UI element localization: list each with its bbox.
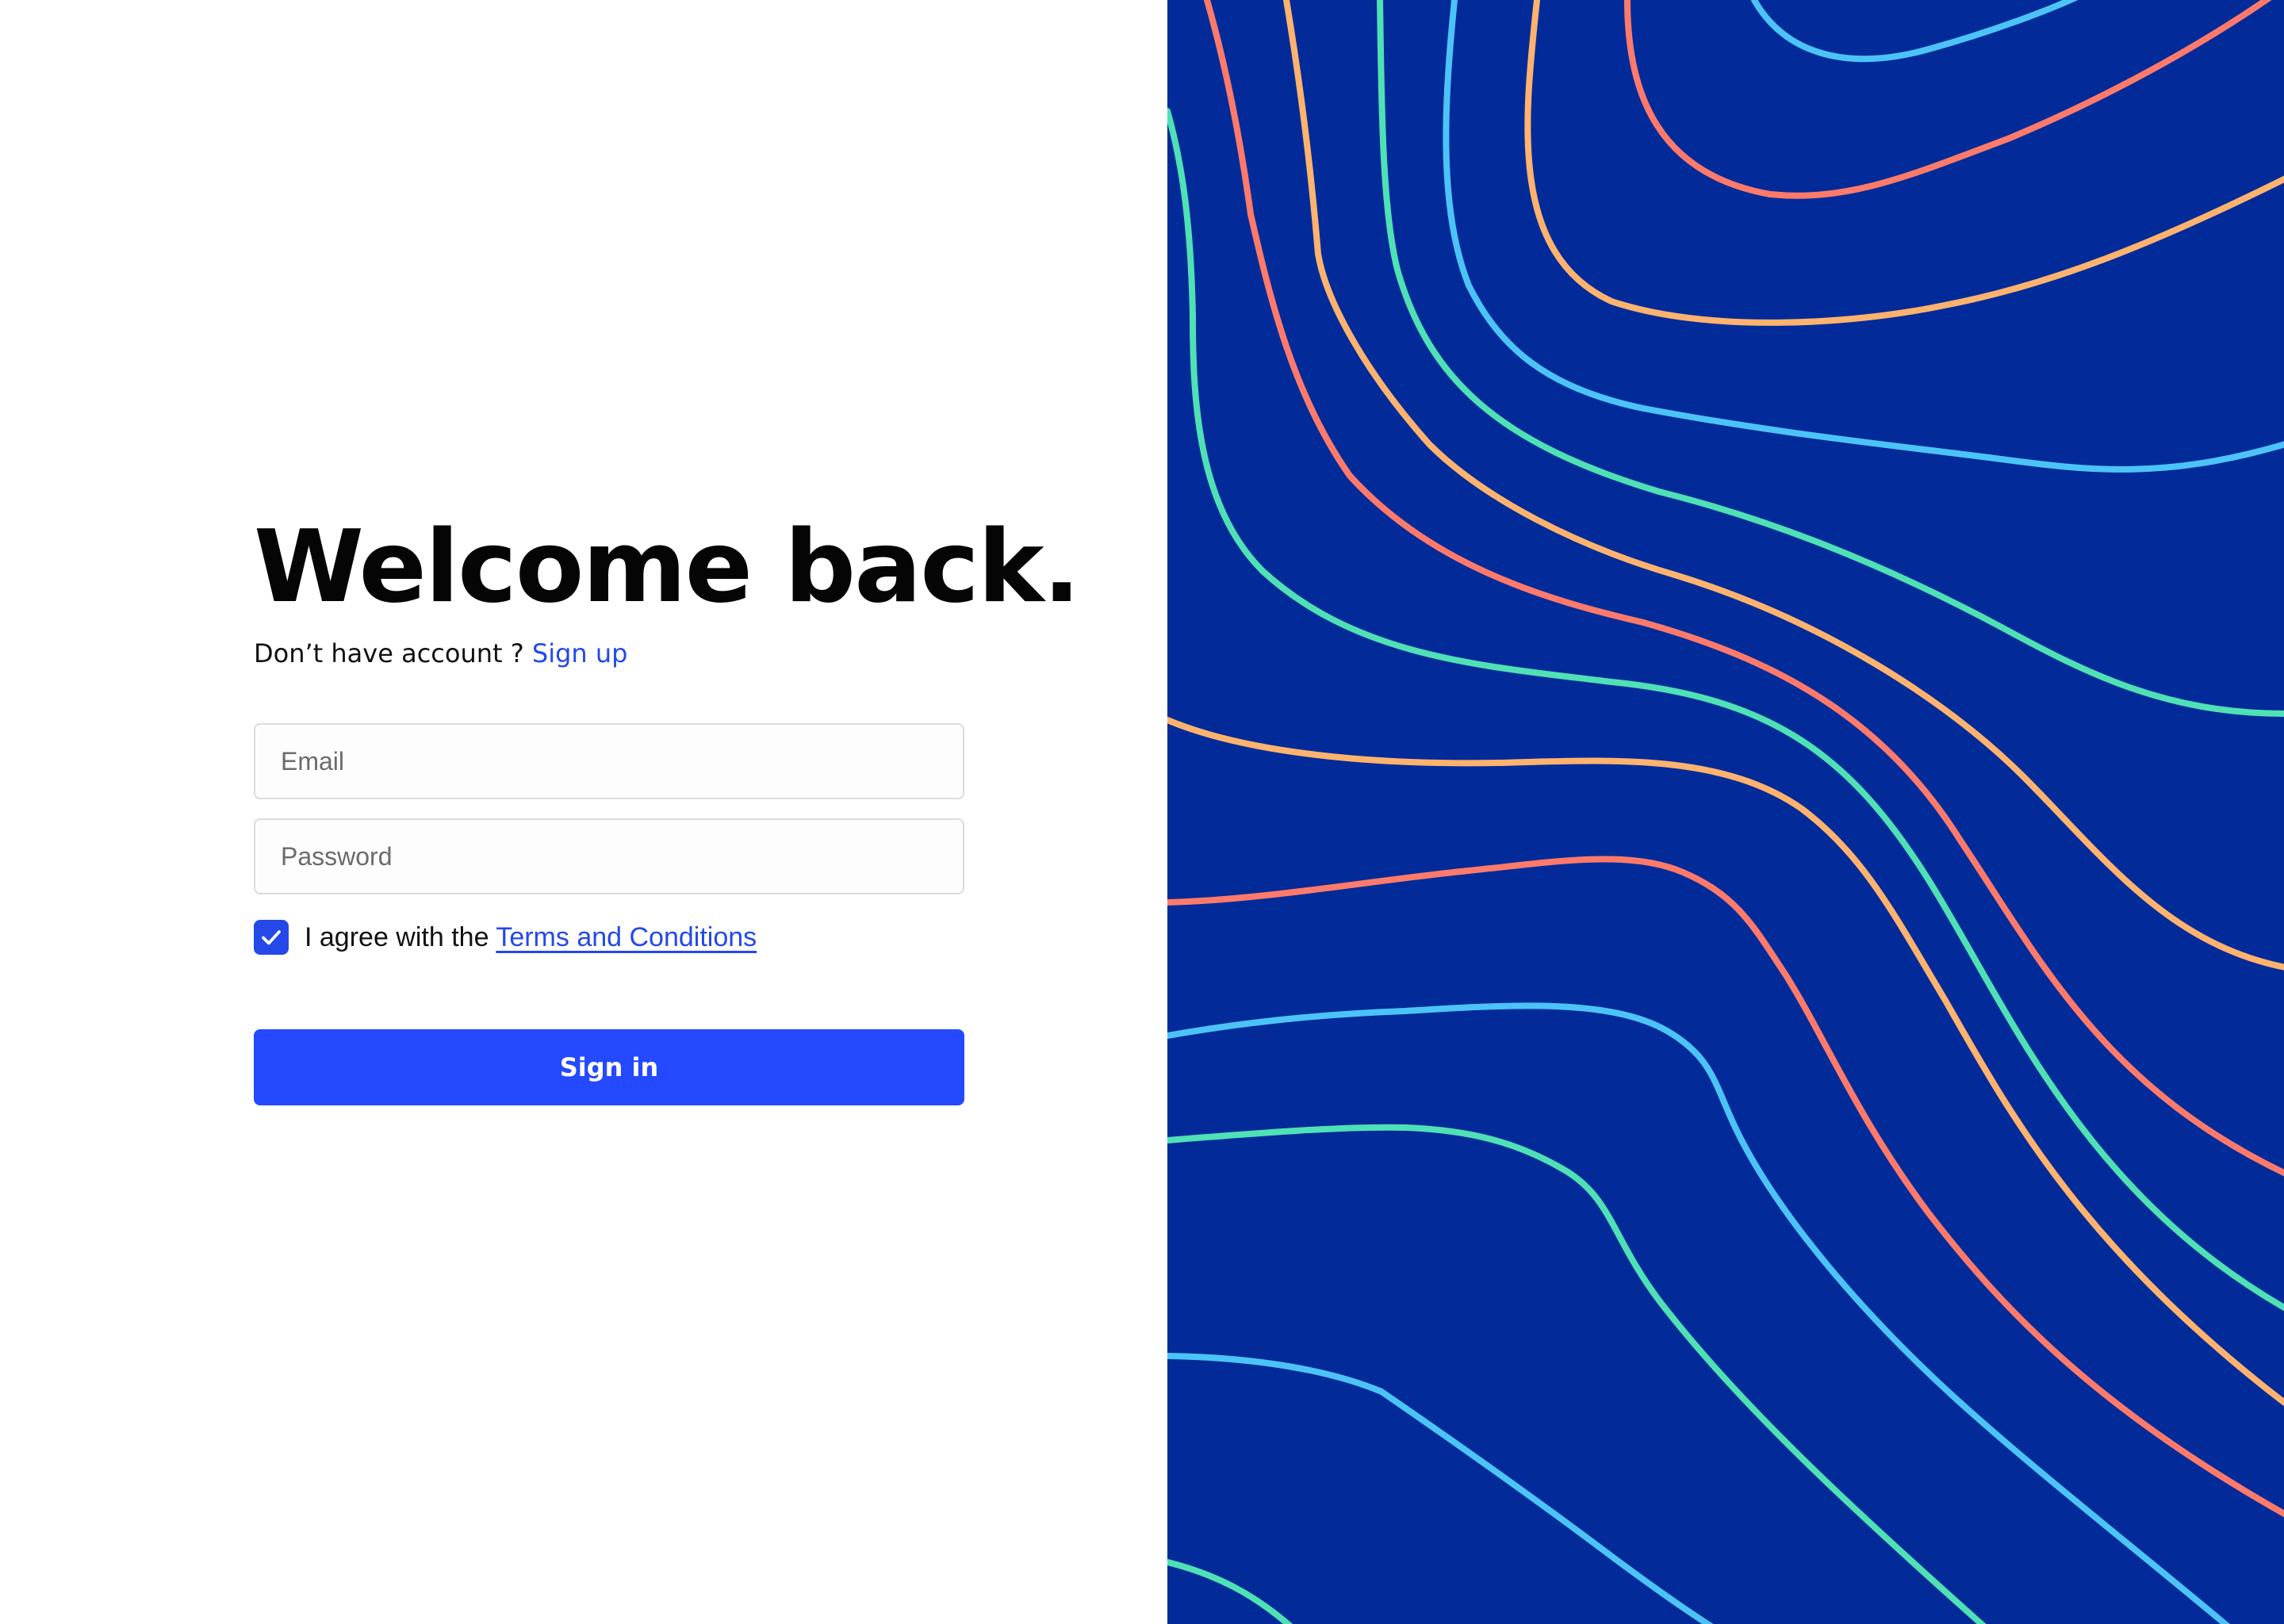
page-title: Welcome back. (254, 508, 1081, 625)
sign-in-button[interactable]: Sign in (254, 1029, 964, 1105)
login-panel: Welcome back. Don’t have account ? Sign … (0, 0, 1167, 1624)
terms-label: I agree with the Terms and Conditions (305, 922, 757, 953)
password-field[interactable] (254, 818, 964, 894)
login-page: Welcome back. Don’t have account ? Sign … (0, 0, 2284, 1624)
agree-text: I agree with the (305, 921, 489, 952)
topographic-lines-illustration (1167, 0, 2284, 1624)
login-form: Welcome back. Don’t have account ? Sign … (254, 508, 1081, 1105)
signup-link[interactable]: Sign up (532, 638, 628, 668)
check-icon (262, 930, 281, 945)
email-field[interactable] (254, 723, 964, 799)
no-account-text: Don’t have account ? (254, 638, 524, 668)
terms-checkbox[interactable] (254, 920, 289, 955)
signup-prompt: Don’t have account ? Sign up (254, 636, 964, 671)
terms-link[interactable]: Terms and Conditions (496, 922, 757, 952)
decorative-panel (1167, 0, 2284, 1624)
terms-agreement: I agree with the Terms and Conditions (254, 920, 964, 955)
